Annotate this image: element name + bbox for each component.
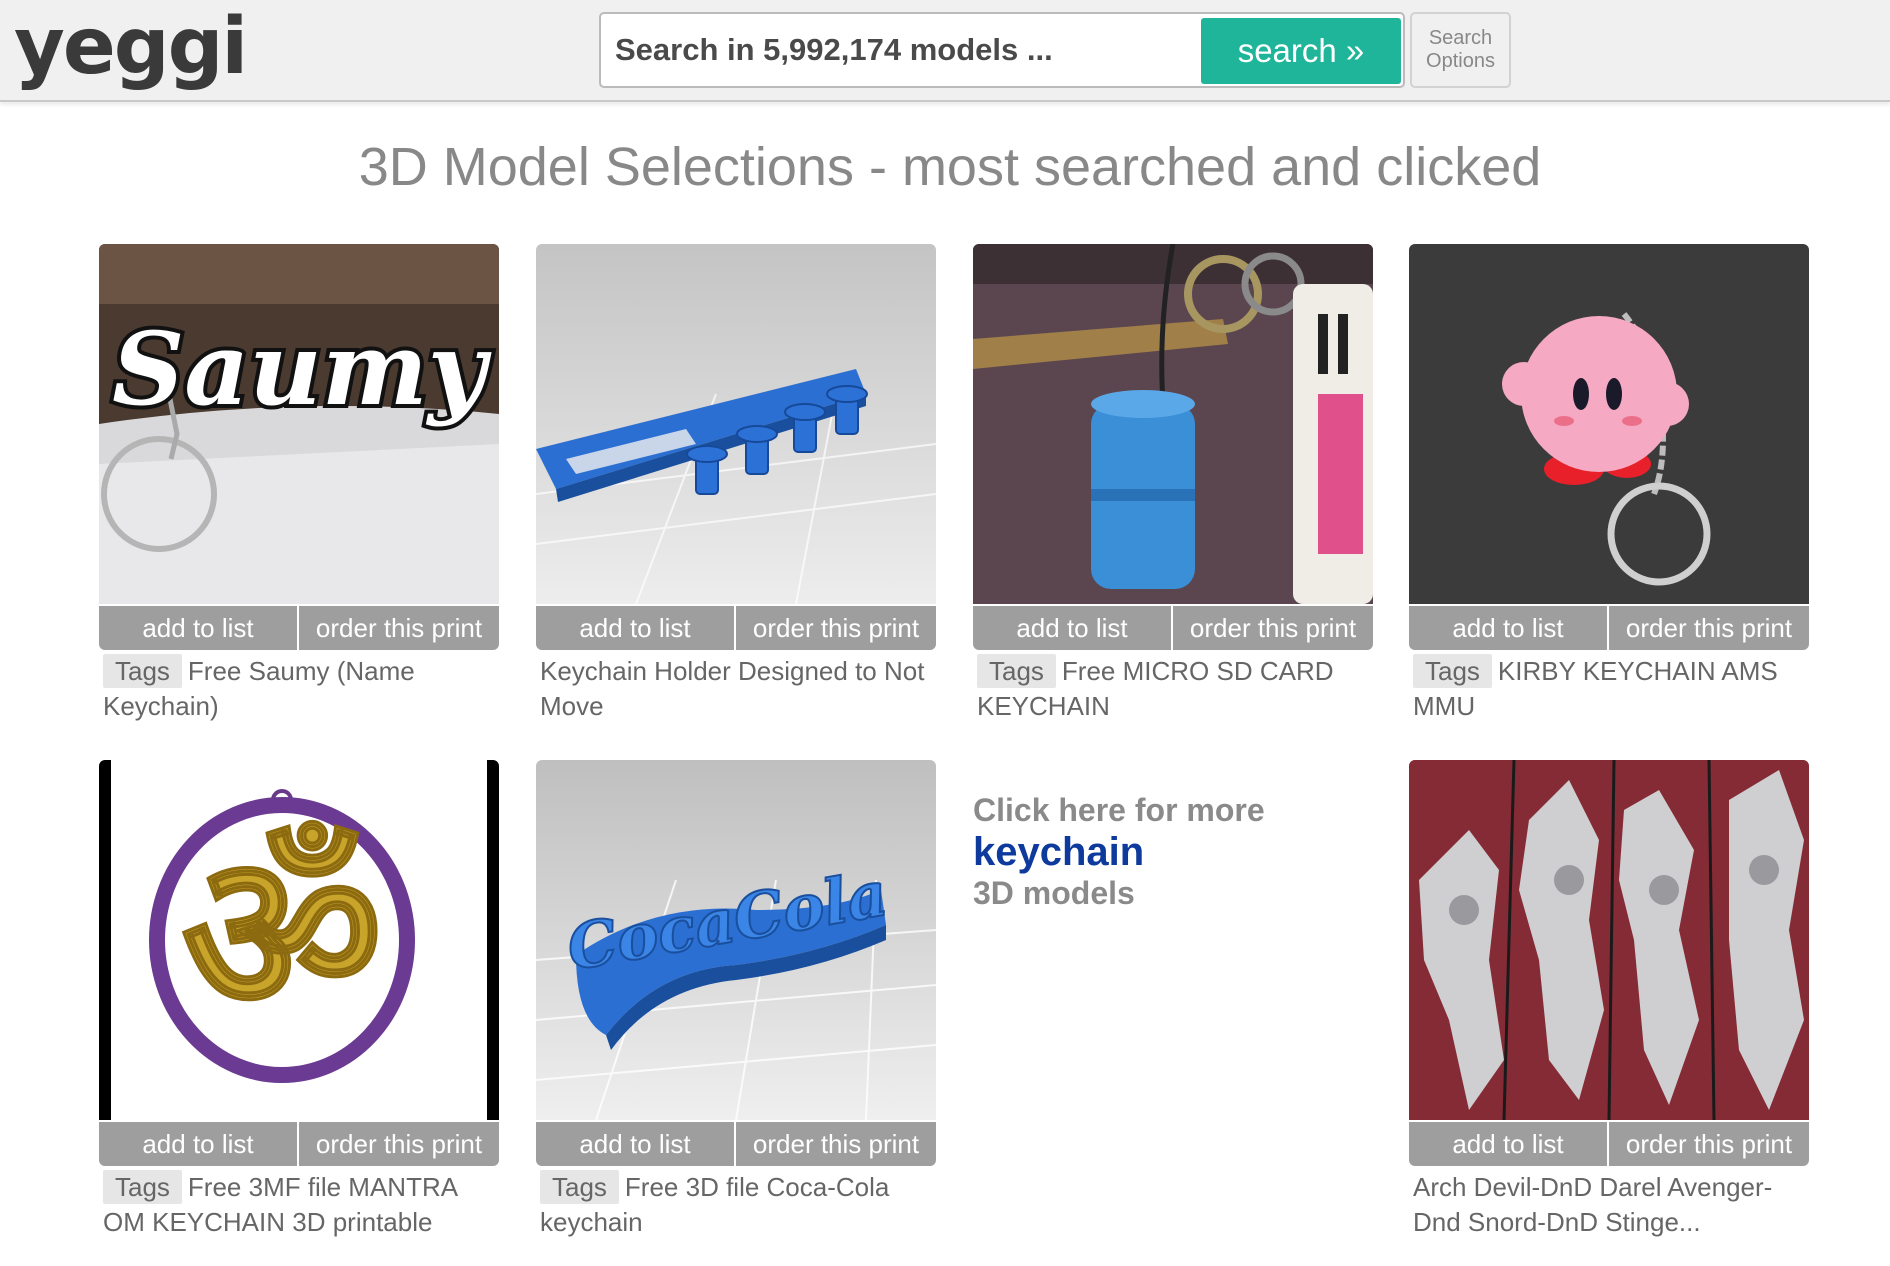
model-caption[interactable]: Tags Free MICRO SD CARD KEYCHAIN — [973, 654, 1373, 724]
tags-badge[interactable]: Tags — [977, 654, 1056, 688]
model-thumbnail[interactable] — [536, 244, 936, 604]
yeggi-logo[interactable]: yeggi — [14, 2, 248, 92]
model-thumbnail[interactable] — [1409, 760, 1809, 1120]
model-card: add to list order this print Tags Free MI… — [973, 244, 1373, 724]
order-print-button[interactable]: order this print — [1609, 1122, 1809, 1166]
model-card: add to list order this print Keychain Ho… — [536, 244, 936, 724]
search-options-line2: Options — [1426, 50, 1495, 72]
add-to-list-button[interactable]: add to list — [536, 606, 734, 650]
tags-badge[interactable]: Tags — [103, 1170, 182, 1204]
search-input[interactable] — [615, 24, 1185, 76]
model-card: add to list order this print Tags KIRBY K… — [1409, 244, 1809, 724]
model-card: CocaCola add to list order this print Ta… — [536, 760, 936, 1240]
model-thumbnail[interactable]: ॐ — [99, 760, 499, 1120]
model-title[interactable]: Keychain Holder Designed to Not Move — [540, 656, 924, 721]
model-caption[interactable]: Tags Free Saumy (Name Keychain) — [99, 654, 499, 724]
model-caption[interactable]: Tags KIRBY KEYCHAIN AMS MMU — [1409, 654, 1809, 724]
search-options-button[interactable]: Search Options — [1410, 12, 1511, 88]
search-options-line1: Search — [1428, 27, 1493, 49]
more-keychain-link[interactable]: Click here for more keychain 3D models — [973, 790, 1373, 912]
order-print-button[interactable]: order this print — [736, 1122, 936, 1166]
model-thumbnail[interactable] — [973, 244, 1373, 604]
add-to-list-button[interactable]: add to list — [1409, 1122, 1607, 1166]
model-title[interactable]: Arch Devil-DnD Darel Avenger-Dnd Snord-D… — [1413, 1172, 1772, 1237]
model-thumbnail[interactable]: CocaCola — [536, 760, 936, 1120]
card-actions: add to list order this print — [99, 1122, 499, 1166]
add-to-list-button[interactable]: add to list — [99, 606, 297, 650]
order-print-button[interactable]: order this print — [1173, 606, 1373, 650]
model-thumbnail[interactable]: Saumy — [99, 244, 499, 604]
model-caption[interactable]: Tags Free 3MF file MANTRA OM KEYCHAIN 3D … — [99, 1170, 499, 1240]
order-print-button[interactable]: order this print — [1609, 606, 1809, 650]
order-print-button[interactable]: order this print — [736, 606, 936, 650]
order-print-button[interactable]: order this print — [299, 606, 499, 650]
add-to-list-button[interactable]: add to list — [1409, 606, 1607, 650]
model-thumbnail[interactable] — [1409, 244, 1809, 604]
search-button[interactable]: search » — [1201, 18, 1401, 84]
card-actions: add to list order this print — [973, 606, 1373, 650]
add-to-list-button[interactable]: add to list — [99, 1122, 297, 1166]
model-card: ॐ add to list order this print Tags Free … — [99, 760, 499, 1240]
model-caption[interactable]: Tags Free 3D file Coca-Cola keychain — [536, 1170, 936, 1240]
top-header: yeggi search » Search Options — [0, 0, 1890, 102]
add-to-list-button[interactable]: add to list — [973, 606, 1171, 650]
svg-text:ॐ: ॐ — [182, 806, 383, 1062]
tags-badge[interactable]: Tags — [1413, 654, 1492, 688]
model-caption[interactable]: Arch Devil-DnD Darel Avenger-Dnd Snord-D… — [1409, 1170, 1809, 1240]
search-bar: search » — [599, 12, 1405, 88]
more-link-line3[interactable]: 3D models — [973, 874, 1373, 912]
card-actions: add to list order this print — [1409, 606, 1809, 650]
card-actions: add to list order this print — [536, 1122, 936, 1166]
more-link-keyword[interactable]: keychain — [973, 830, 1373, 874]
page-title: 3D Model Selections - most searched and … — [358, 137, 1542, 197]
saumy-text: Saumy — [112, 310, 492, 428]
order-print-button[interactable]: order this print — [299, 1122, 499, 1166]
tags-badge[interactable]: Tags — [540, 1170, 619, 1204]
model-card: add to list order this print Arch Devil-… — [1409, 760, 1809, 1240]
card-actions: add to list order this print — [1409, 1122, 1809, 1166]
model-caption[interactable]: Keychain Holder Designed to Not Move — [536, 654, 936, 724]
add-to-list-button[interactable]: add to list — [536, 1122, 734, 1166]
card-actions: add to list order this print — [536, 606, 936, 650]
more-link-line1[interactable]: Click here for more — [973, 790, 1373, 830]
model-card: Saumy add to list order this print Tags F… — [99, 244, 499, 724]
tags-badge[interactable]: Tags — [103, 654, 182, 688]
card-actions: add to list order this print — [99, 606, 499, 650]
